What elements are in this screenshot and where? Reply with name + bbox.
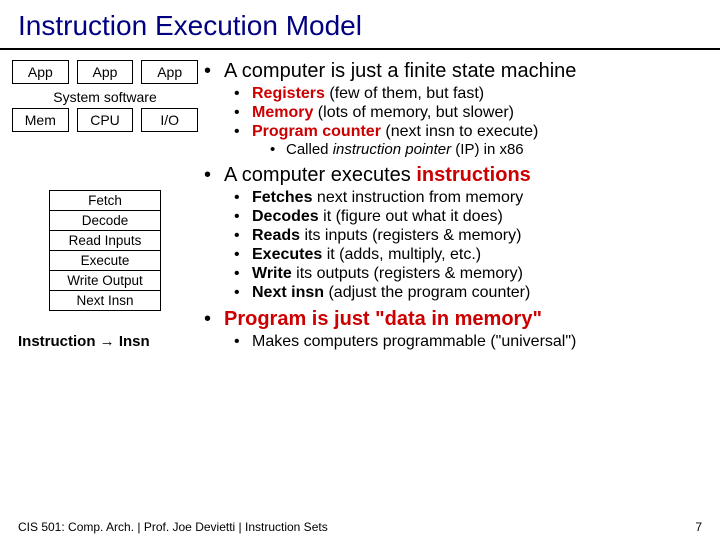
hw-row: Mem CPU I/O xyxy=(12,108,198,132)
sub-bullet: Reads its inputs (registers & memory) xyxy=(234,227,708,245)
insn-abbrev: Insn xyxy=(119,333,150,350)
bullet-program-data: Program is just "data in memory" Makes c… xyxy=(204,308,708,351)
mem-box: Mem xyxy=(12,108,69,132)
bullet-fsm: A computer is just a finite state machin… xyxy=(204,60,708,158)
main-bullets: A computer is just a finite state machin… xyxy=(204,60,708,351)
page-number: 7 xyxy=(695,520,702,534)
sub-bullet: Write its outputs (registers & memory) xyxy=(234,265,708,283)
app-box: App xyxy=(77,60,134,84)
footer-text: CIS 501: Comp. Arch. | Prof. Joe Deviett… xyxy=(18,520,328,534)
pipeline-stage: Read Inputs xyxy=(50,231,160,251)
sub-bullet: Registers (few of them, but fast) xyxy=(234,85,708,103)
bullet-executes: A computer executes instructions Fetches… xyxy=(204,164,708,302)
right-column: A computer is just a finite state machin… xyxy=(198,56,708,357)
cpu-box: CPU xyxy=(77,108,134,132)
sub-bullets: Makes computers programmable ("universal… xyxy=(234,333,708,351)
pipeline-stage: Execute xyxy=(50,251,160,271)
pipeline-stage: Write Output xyxy=(50,271,160,291)
app-row: App App App xyxy=(12,60,198,84)
sub-bullet: Memory (lots of memory, but slower) xyxy=(234,104,708,122)
arrow-icon: → xyxy=(100,333,115,350)
sub-bullet: Fetches next instruction from memory xyxy=(234,189,708,207)
sub-bullet: Executes it (adds, multiply, etc.) xyxy=(234,246,708,264)
sub-bullet: Decodes it (figure out what it does) xyxy=(234,208,708,226)
sub-bullet: Program counter (next insn to execute) C… xyxy=(234,123,708,158)
pipeline-diagram: Fetch Decode Read Inputs Execute Write O… xyxy=(49,190,161,311)
sub-sub-bullet: Called instruction pointer (IP) in x86 xyxy=(270,141,708,158)
sub-bullets: Registers (few of them, but fast) Memory… xyxy=(234,85,708,158)
sub-bullets: Fetches next instruction from memory Dec… xyxy=(234,189,708,302)
system-software-label: System software xyxy=(12,86,198,108)
slide-title: Instruction Execution Model xyxy=(0,0,720,50)
pipeline-stage: Decode xyxy=(50,211,160,231)
app-box: App xyxy=(12,60,69,84)
app-box: App xyxy=(141,60,198,84)
io-box: I/O xyxy=(141,108,198,132)
pipeline-stage: Fetch xyxy=(50,191,160,211)
slide-footer: CIS 501: Comp. Arch. | Prof. Joe Deviett… xyxy=(0,520,720,534)
slide-body: App App App System software Mem CPU I/O … xyxy=(0,56,720,357)
instruction-abbrev: Instruction → Insn xyxy=(18,333,198,350)
left-column: App App App System software Mem CPU I/O … xyxy=(12,56,198,357)
pipeline-stage: Next Insn xyxy=(50,291,160,310)
insn-word: Instruction xyxy=(18,333,96,350)
sub-bullet: Makes computers programmable ("universal… xyxy=(234,333,708,351)
sub-bullet: Next insn (adjust the program counter) xyxy=(234,284,708,302)
sub-sub-bullets: Called instruction pointer (IP) in x86 xyxy=(270,141,708,158)
